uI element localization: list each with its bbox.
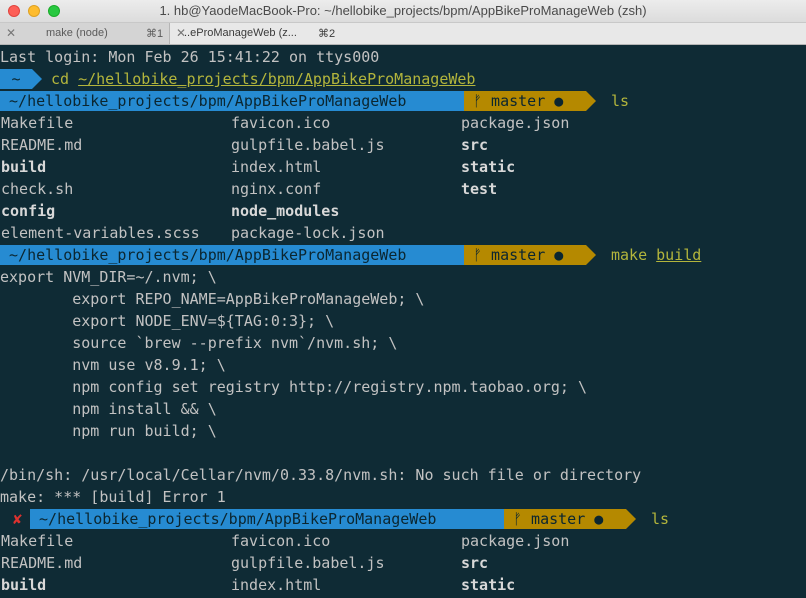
- prompt-line: ~/hellobike_projects/bpm/AppBikeProManag…: [0, 90, 806, 112]
- file-entry: check.sh: [1, 180, 74, 198]
- directory-entry: src: [461, 136, 489, 154]
- error-output-line: make: *** [build] Error 1: [0, 488, 226, 506]
- directory-entry: test: [461, 180, 498, 198]
- output-line: npm install && \: [0, 400, 217, 418]
- prompt-dir-segment: ~/hellobike_projects/bpm/AppBikeProManag…: [30, 509, 504, 529]
- output-line: npm config set registry http://registry.…: [0, 378, 587, 396]
- ls-row: build index.html static: [0, 156, 806, 178]
- tab-close-icon[interactable]: ✕: [6, 26, 16, 40]
- powerline-arrow-icon: [626, 509, 636, 529]
- git-branch-segment: ᚠ master ●: [464, 91, 586, 111]
- last-login-line: Last login: Mon Feb 26 15:41:22 on ttys0…: [0, 48, 380, 66]
- file-entry: Makefile: [1, 114, 74, 132]
- command-name: make: [611, 246, 648, 264]
- file-entry: README.md: [1, 136, 83, 154]
- ls-row: README.md gulpfile.babel.js src: [0, 552, 806, 574]
- directory-entry: build: [1, 576, 47, 594]
- tab-label: ..eProManageWeb (z...: [184, 27, 297, 39]
- output-line: export NVM_DIR=~/.nvm; \: [0, 268, 217, 286]
- command-text: cd ~/hellobike_projects/bpm/AppBikeProMa…: [51, 68, 475, 90]
- file-entry: README.md: [1, 554, 83, 572]
- command-name: ls: [611, 92, 630, 110]
- output-line: source `brew --prefix nvm`/nvm.sh; \: [0, 334, 398, 352]
- file-entry: Makefile: [1, 532, 74, 550]
- file-entry: favicon.ico: [231, 532, 331, 550]
- title-bar: 1. hb@YaodeMacBook-Pro: ~/hellobike_proj…: [0, 0, 806, 23]
- ls-row: Makefile favicon.ico package.json: [0, 530, 806, 552]
- ls-row: check.sh nginx.conf test: [0, 178, 806, 200]
- error-output-line: /bin/sh: /usr/local/Cellar/nvm/0.33.8/nv…: [0, 466, 642, 484]
- git-branch-segment: ᚠ master ●: [464, 245, 586, 265]
- file-entry: package.json: [461, 532, 570, 550]
- ls-row: build index.html static: [0, 574, 806, 596]
- window-title: 1. hb@YaodeMacBook-Pro: ~/hellobike_proj…: [159, 3, 647, 18]
- output-line: export REPO_NAME=AppBikeProManageWeb; \: [0, 290, 425, 308]
- tab-label: make (node): [46, 27, 108, 39]
- error-status-icon: ✘: [4, 510, 32, 528]
- output-line: nvm use v8.9.1; \: [0, 356, 226, 374]
- terminal-window: 1. hb@YaodeMacBook-Pro: ~/hellobike_proj…: [0, 0, 806, 598]
- ls-row: config node_modules: [0, 200, 806, 222]
- ls-row: element-variables.scss package-lock.json: [0, 222, 806, 244]
- prompt-dir-segment: ~/hellobike_projects/bpm/AppBikeProManag…: [0, 245, 464, 265]
- prompt-line: ~ cd ~/hellobike_projects/bpm/AppBikePro…: [0, 68, 806, 90]
- output-line: npm run build; \: [0, 422, 217, 440]
- git-branch-segment: ᚠ master ●: [504, 509, 626, 529]
- command-arg: ~/hellobike_projects/bpm/AppBikeProManag…: [78, 70, 476, 88]
- directory-entry: static: [461, 576, 516, 594]
- command-arg: build: [656, 246, 702, 264]
- tab-shortcut: ⌘2: [318, 28, 336, 40]
- directory-entry: build: [1, 158, 47, 176]
- terminal-output[interactable]: Last login: Mon Feb 26 15:41:22 on ttys0…: [0, 45, 806, 598]
- file-entry: nginx.conf: [231, 180, 322, 198]
- file-entry: package-lock.json: [231, 224, 385, 242]
- prompt-line: ✘ ~/hellobike_projects/bpm/AppBikeProMan…: [0, 508, 806, 530]
- command-name: ls: [651, 510, 670, 528]
- directory-entry: config: [1, 202, 56, 220]
- ls-row: Makefile favicon.ico package.json: [0, 112, 806, 134]
- file-entry: gulpfile.babel.js: [231, 554, 385, 572]
- tab-shortcut: ⌘1: [146, 28, 164, 40]
- file-entry: index.html: [231, 158, 322, 176]
- prompt-dir-segment: ~/hellobike_projects/bpm/AppBikeProManag…: [0, 91, 464, 111]
- directory-entry: static: [461, 158, 516, 176]
- tab-bar: ✕ make (node) ⌘1 ✕ ..eProManageWeb (z...…: [0, 23, 806, 45]
- prompt-line: ~/hellobike_projects/bpm/AppBikeProManag…: [0, 244, 806, 266]
- powerline-arrow-icon: [586, 91, 596, 111]
- ls-row: README.md gulpfile.babel.js src: [0, 134, 806, 156]
- tab-zsh-active[interactable]: ✕ ..eProManageWeb (z... ⌘2: [170, 23, 806, 44]
- directory-entry: node_modules: [231, 202, 340, 220]
- command-name: cd: [51, 70, 70, 88]
- file-entry: gulpfile.babel.js: [231, 136, 385, 154]
- tab-make-node[interactable]: ✕ make (node) ⌘1: [0, 23, 170, 44]
- directory-entry: src: [461, 554, 489, 572]
- file-entry: package.json: [461, 114, 570, 132]
- output-line: export NODE_ENV=${TAG:0:3}; \: [0, 312, 335, 330]
- file-entry: favicon.ico: [231, 114, 331, 132]
- powerline-arrow-icon: [32, 69, 42, 89]
- powerline-arrow-icon: [586, 245, 596, 265]
- file-entry: element-variables.scss: [1, 224, 200, 242]
- file-entry: index.html: [231, 576, 322, 594]
- command-text: make build: [611, 244, 701, 266]
- prompt-dir-segment: ~: [0, 69, 32, 89]
